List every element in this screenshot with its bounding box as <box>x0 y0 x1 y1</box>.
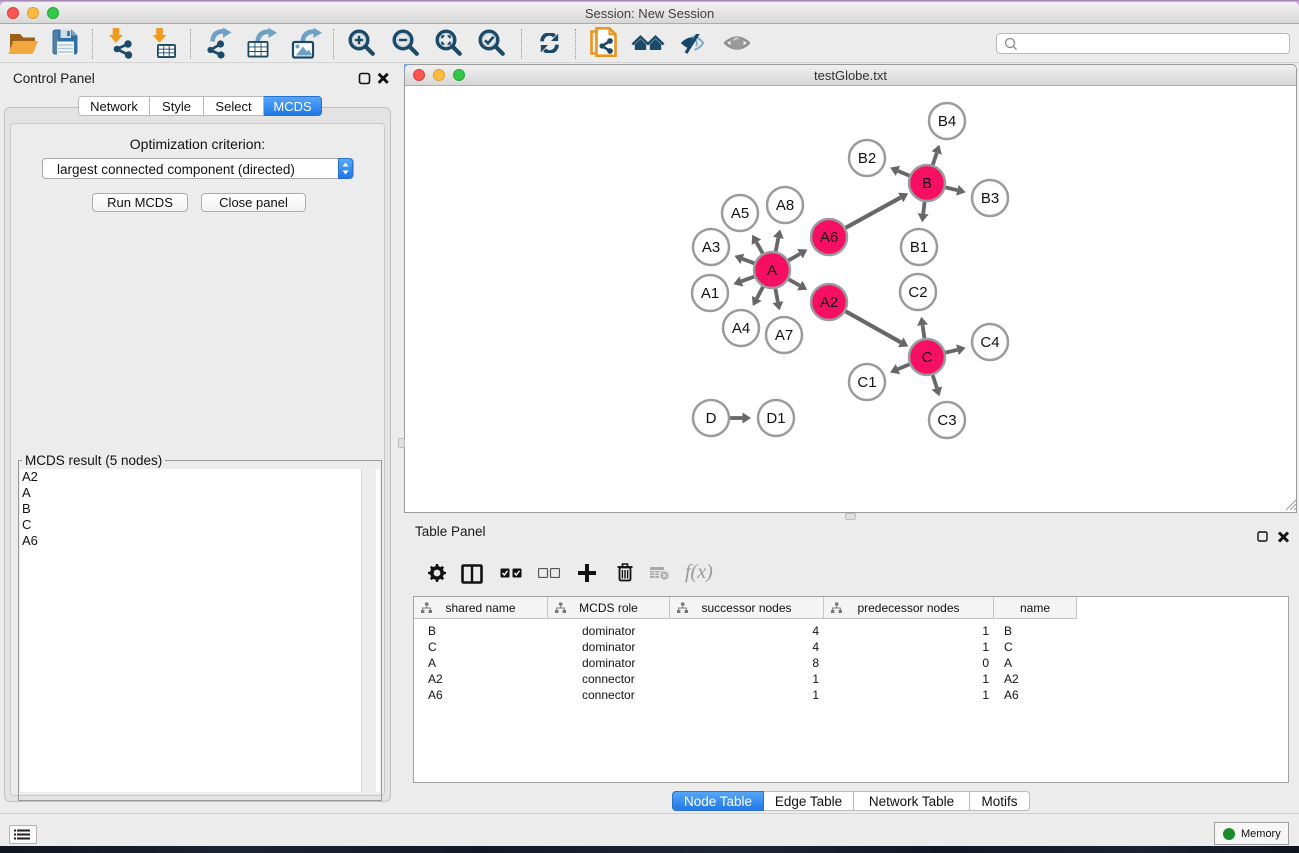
svg-text:A: A <box>767 262 777 279</box>
svg-text:A6: A6 <box>820 229 838 246</box>
svg-text:B4: B4 <box>938 113 956 130</box>
svg-text:A5: A5 <box>731 205 749 222</box>
svg-text:C4: C4 <box>980 334 999 351</box>
svg-text:B2: B2 <box>858 150 876 167</box>
svg-text:B3: B3 <box>981 190 999 207</box>
svg-text:A4: A4 <box>732 320 750 337</box>
svg-text:D1: D1 <box>766 410 785 427</box>
svg-text:B: B <box>922 175 932 192</box>
svg-text:A3: A3 <box>702 239 720 256</box>
svg-text:A7: A7 <box>775 327 793 344</box>
svg-text:C: C <box>922 349 933 366</box>
svg-text:B1: B1 <box>910 239 928 256</box>
svg-text:D: D <box>706 410 717 427</box>
svg-text:A1: A1 <box>701 285 719 302</box>
svg-text:C3: C3 <box>937 412 956 429</box>
svg-text:C2: C2 <box>908 284 927 301</box>
svg-text:C1: C1 <box>857 374 876 391</box>
svg-text:A2: A2 <box>820 294 838 311</box>
svg-text:A8: A8 <box>776 197 794 214</box>
